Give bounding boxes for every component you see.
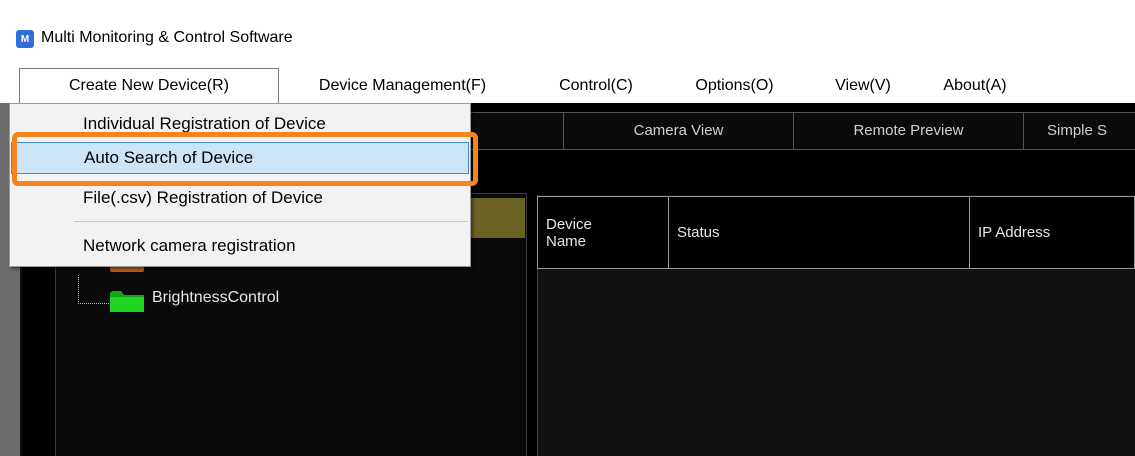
menu-view[interactable]: View(V)	[820, 68, 906, 103]
column-ip-address[interactable]: IP Address	[970, 197, 1134, 268]
menu-options[interactable]: Options(O)	[672, 68, 797, 103]
tab-camera-view[interactable]: Camera View	[564, 113, 794, 149]
window-title: Multi Monitoring & Control Software	[41, 29, 293, 46]
column-device-name[interactable]: Device Name	[538, 197, 669, 268]
menu-about[interactable]: About(A)	[922, 68, 1028, 103]
callout-highlight-box	[12, 132, 478, 186]
column-status[interactable]: Status	[669, 197, 970, 268]
tab-simple-setting[interactable]: Simple S	[1024, 113, 1135, 149]
menu-device-management[interactable]: Device Management(F)	[279, 68, 526, 103]
app-window: M Multi Monitoring & Control Software Cr…	[0, 0, 1135, 456]
green-folder-icon[interactable]	[109, 289, 145, 313]
tree-connector	[78, 275, 111, 304]
device-table-header: Device Name Status IP Address	[537, 196, 1135, 269]
tab-remote-preview[interactable]: Remote Preview	[794, 113, 1024, 149]
menu-control[interactable]: Control(C)	[535, 68, 657, 103]
title-bar: M Multi Monitoring & Control Software	[0, 0, 1135, 68]
menu-item-network-camera-registration[interactable]: Network camera registration	[11, 230, 469, 262]
menu-item-csv-registration[interactable]: File(.csv) Registration of Device	[11, 182, 469, 214]
tree-item-label[interactable]: BrightnessControl	[152, 289, 279, 307]
app-logo-icon: M	[16, 30, 34, 48]
menu-bar: Create New Device(R) Device Management(F…	[0, 68, 1135, 104]
menu-create-new-device[interactable]: Create New Device(R)	[19, 68, 279, 104]
tree-selected-row[interactable]	[470, 198, 525, 238]
menu-separator	[74, 221, 468, 222]
